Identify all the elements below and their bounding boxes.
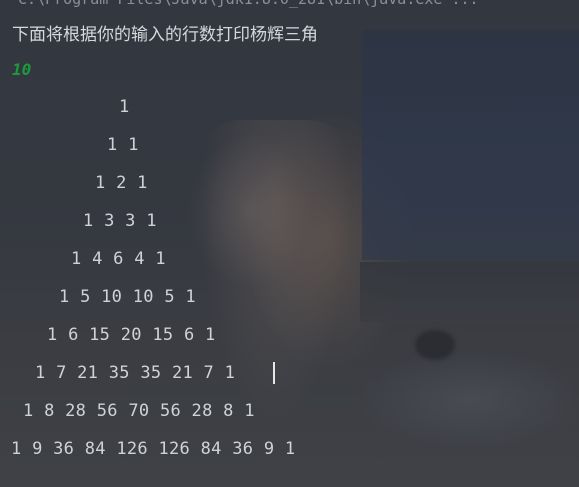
console-output[interactable]: C:\Program Files\Java\jdk1.8.0_281\bin\j… <box>0 0 579 487</box>
triangle-row-3: 1 2 1 <box>95 173 148 193</box>
triangle-row-6: 1 5 10 10 5 1 <box>59 287 196 307</box>
triangle-row-10: 1 9 36 84 126 126 84 36 9 1 <box>11 439 296 459</box>
triangle-row-7: 1 6 15 20 15 6 1 <box>47 325 216 345</box>
command-path-line: C:\Program Files\Java\jdk1.8.0_281\bin\j… <box>18 0 479 8</box>
triangle-row-4: 1 3 3 1 <box>83 211 157 231</box>
triangle-row-8: 1 7 21 35 35 21 7 1 <box>35 363 236 383</box>
text-cursor <box>273 362 275 384</box>
triangle-row-1: 1 <box>119 97 130 117</box>
triangle-row-5: 1 4 6 4 1 <box>71 249 166 269</box>
triangle-row-2: 1 1 <box>107 135 139 155</box>
triangle-row-9: 1 8 28 56 70 56 28 8 1 <box>23 401 255 421</box>
user-input-echo: 10 <box>12 60 32 79</box>
prompt-text: 下面将根据你的输入的行数打印杨辉三角 <box>12 25 318 45</box>
